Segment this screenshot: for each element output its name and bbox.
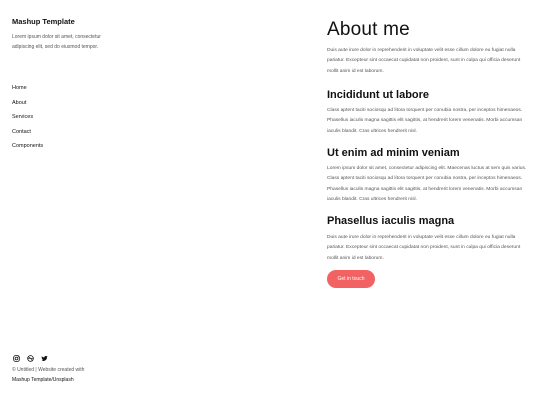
nav-item-components[interactable]: Components <box>12 141 43 156</box>
nav-item-contact[interactable]: Contact <box>12 127 43 142</box>
section-text-3: Duis aute irure dolor in reprehenderit i… <box>327 235 521 261</box>
nav-item-home[interactable]: Home <box>12 83 43 98</box>
site-title[interactable]: Mashup Template <box>12 17 75 26</box>
nav-item-about[interactable]: About <box>12 98 43 113</box>
sidebar: Mashup Template Lorem ipsum dolor sit am… <box>12 0 122 405</box>
section-text-1: Class aptent taciti sociosqu ad litora t… <box>327 108 523 134</box>
intro-paragraph: Duis aute irure dolor in reprehenderit i… <box>327 48 521 74</box>
footer-credit: © Untitled | Website created with <box>12 367 85 373</box>
site-description: Lorem ipsum dolor sit amet, consectetur … <box>12 34 101 50</box>
get-in-touch-button[interactable]: Get in touch <box>327 270 375 288</box>
main-nav: Home About Services Contact Components <box>12 83 43 156</box>
section-heading-1: Incididunt ut labore <box>327 89 430 101</box>
section-heading-3: Phasellus iaculis magna <box>327 215 455 227</box>
instagram-icon[interactable] <box>12 354 20 362</box>
twitter-icon[interactable] <box>40 354 48 362</box>
page-title: About me <box>327 19 410 40</box>
section-heading-2: Ut enim ad minim veniam <box>327 147 460 159</box>
section-text-2: Lorem ipsum dolor sit amet, consectetur … <box>327 166 527 203</box>
social-links <box>12 354 48 362</box>
nav-item-services[interactable]: Services <box>12 112 43 127</box>
dribbble-icon[interactable] <box>26 354 34 362</box>
footer-credit-link[interactable]: Mashup Template/Unsplash <box>12 377 74 383</box>
